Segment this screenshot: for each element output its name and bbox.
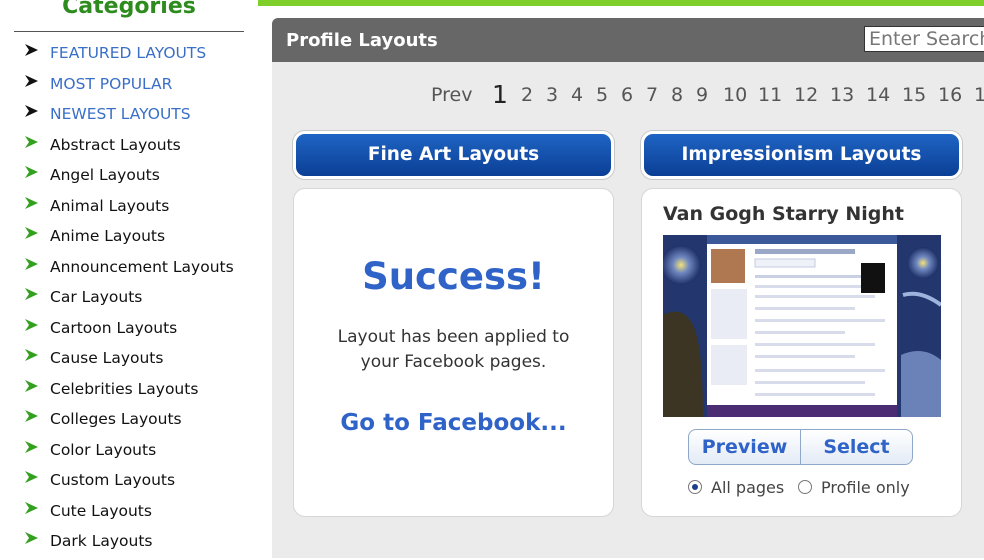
page-link[interactable]: 17 bbox=[974, 84, 984, 106]
arrow-right-green-icon bbox=[25, 532, 38, 544]
sidebar-item-label: Celebrities Layouts bbox=[50, 379, 199, 398]
layout-preview-image[interactable] bbox=[663, 235, 941, 417]
page-link[interactable]: 4 bbox=[571, 84, 583, 106]
select-button[interactable]: Select bbox=[800, 430, 912, 464]
page-link[interactable]: 12 bbox=[794, 84, 818, 106]
sidebar-item-label: FEATURED LAYOUTS bbox=[50, 44, 207, 62]
page-link[interactable]: 2 bbox=[521, 84, 533, 106]
page-link[interactable]: 6 bbox=[621, 84, 633, 106]
page-link[interactable]: 3 bbox=[546, 84, 558, 106]
sidebar-item-label: Angel Layouts bbox=[50, 166, 160, 184]
sidebar-item-label: Anime Layouts bbox=[50, 227, 166, 245]
arrow-right-green-icon bbox=[25, 288, 38, 300]
page-link[interactable]: 11 bbox=[758, 84, 782, 106]
go-to-facebook-link[interactable]: Go to Facebook... bbox=[294, 410, 613, 436]
pagination: Prev1234567891011121314151617 bbox=[0, 80, 984, 112]
arrow-right-green-icon bbox=[25, 135, 38, 148]
search-input[interactable] bbox=[864, 26, 984, 52]
panel-title: Profile Layouts bbox=[286, 30, 438, 51]
success-message-line1: Layout has been applied to bbox=[337, 327, 570, 347]
sidebar-item-label: Custom Layouts bbox=[50, 471, 176, 489]
arrow-right-green-icon bbox=[25, 166, 38, 178]
sidebar-item-label: Abstract Layouts bbox=[50, 135, 181, 154]
top-accent-bar bbox=[258, 0, 984, 6]
prev-page-link[interactable]: Prev bbox=[431, 84, 472, 106]
arrow-right-green-icon bbox=[25, 196, 38, 209]
sidebar-item-label: Cause Layouts bbox=[50, 349, 164, 367]
all-pages-radio[interactable] bbox=[688, 480, 702, 494]
sidebar-item-label: Color Layouts bbox=[50, 440, 157, 459]
page-link[interactable]: 5 bbox=[596, 84, 608, 106]
page-link[interactable]: 13 bbox=[830, 84, 854, 106]
panel-header: Profile Layouts bbox=[272, 18, 984, 62]
success-heading: Success! bbox=[362, 255, 545, 298]
page-link[interactable]: 14 bbox=[866, 84, 890, 106]
profile-only-radio[interactable] bbox=[798, 480, 812, 494]
categories-heading: Categories bbox=[62, 0, 196, 19]
profile-only-label[interactable]: Profile only bbox=[821, 478, 910, 497]
current-page[interactable]: 1 bbox=[492, 80, 508, 109]
page-link[interactable]: 8 bbox=[671, 84, 683, 106]
sidebar-item-label: Car Layouts bbox=[50, 288, 143, 306]
sidebar-item-label: Cartoon Layouts bbox=[50, 318, 178, 337]
success-message-line2: your Facebook pages. bbox=[360, 352, 547, 372]
sidebar-item-label: Cute Layouts bbox=[50, 501, 152, 520]
impressionism-category-button[interactable]: Impressionism Layouts bbox=[641, 131, 962, 179]
arrow-right-black-icon bbox=[25, 44, 38, 56]
page-link[interactable]: 9 bbox=[696, 84, 708, 106]
sidebar: Categories FEATURED LAYOUTS MOST POPULAR N… bbox=[0, 0, 258, 550]
page-link[interactable]: 7 bbox=[646, 84, 658, 106]
page-link[interactable]: 16 bbox=[938, 84, 962, 106]
arrow-right-green-icon bbox=[25, 318, 38, 331]
all-pages-label[interactable]: All pages bbox=[711, 478, 784, 497]
preview-button[interactable]: Preview bbox=[689, 430, 800, 464]
sidebar-item-label: Dark Layouts bbox=[50, 532, 153, 550]
fine-art-category-button[interactable]: Fine Art Layouts bbox=[293, 131, 614, 179]
sidebar-item-label: Announcement Layouts bbox=[50, 257, 234, 276]
success-card: Success! Layout has been applied to your… bbox=[293, 188, 614, 517]
arrow-right-green-icon bbox=[25, 471, 38, 483]
arrow-right-green-icon bbox=[25, 227, 38, 239]
sidebar-item-label: Colleges Layouts bbox=[50, 410, 182, 428]
page-link[interactable]: 10 bbox=[723, 84, 747, 106]
arrow-right-green-icon bbox=[25, 349, 38, 361]
arrow-right-green-icon bbox=[25, 379, 38, 392]
arrow-right-green-icon bbox=[25, 440, 38, 453]
layout-name: Van Gogh Starry Night bbox=[663, 203, 904, 225]
success-message: Layout has been applied to your Facebook… bbox=[294, 325, 613, 375]
preview-select-group: Preview Select bbox=[688, 429, 913, 465]
arrow-right-green-icon bbox=[25, 257, 38, 270]
layout-card: Van Gogh Starry Night Preview Select All… bbox=[641, 188, 962, 517]
sidebar-item-label: Animal Layouts bbox=[50, 196, 170, 215]
arrow-right-green-icon bbox=[25, 410, 38, 422]
page-link[interactable]: 15 bbox=[902, 84, 926, 106]
divider bbox=[14, 31, 244, 32]
arrow-right-green-icon bbox=[25, 501, 38, 514]
